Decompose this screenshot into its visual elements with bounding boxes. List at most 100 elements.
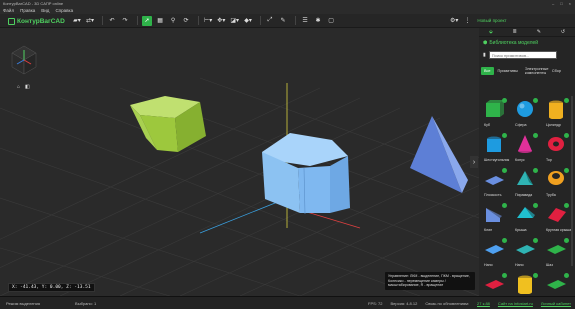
tab-layers[interactable]: ≣ xyxy=(513,29,517,35)
layers-button[interactable]: ☰ xyxy=(300,16,310,26)
transfer-menu-button[interactable]: ⇄▾ xyxy=(85,16,95,26)
status-bar: Режим выделения Выбрано: 1 FPS: 72 Верси… xyxy=(0,296,575,309)
flat-icon xyxy=(547,280,566,289)
add-badge-icon[interactable] xyxy=(564,238,569,243)
library-item[interactable]: Труба xyxy=(543,167,572,197)
rotate-tool-button[interactable]: ⟳ xyxy=(181,16,191,26)
scene-canvas[interactable] xyxy=(0,28,479,296)
undo-button[interactable]: ↶ xyxy=(107,16,117,26)
add-badge-icon[interactable] xyxy=(533,168,538,173)
add-badge-icon[interactable] xyxy=(533,238,538,243)
add-badge-icon[interactable] xyxy=(502,273,507,278)
maximize-icon[interactable]: □ xyxy=(560,1,562,6)
library-item[interactable]: Шаз xyxy=(543,237,572,267)
library-item[interactable]: Нано xyxy=(481,237,510,267)
library-item[interactable]: Плоскость xyxy=(481,167,510,197)
add-badge-icon[interactable] xyxy=(533,98,538,103)
settings-menu-button[interactable]: ⚙▾ xyxy=(449,16,459,26)
library-item[interactable]: Крыша xyxy=(512,202,541,232)
library-item-label: Цилиндр xyxy=(546,123,561,127)
library-item[interactable]: Конус xyxy=(512,132,541,162)
menu-file[interactable]: Файл xyxy=(3,8,14,13)
library-item[interactable]: Круглая крыша xyxy=(543,202,572,232)
title-bar: КонтурВагCAD - 3D САПР online – □ × xyxy=(0,0,575,7)
bookmark-icon[interactable]: ▮ xyxy=(483,52,486,58)
view-settings-button[interactable]: ✱ xyxy=(313,16,323,26)
cylinder-icon xyxy=(518,275,532,294)
library-item-label: Крыша xyxy=(515,228,527,232)
tab-history[interactable]: ↺ xyxy=(561,29,565,35)
redo-button[interactable]: ↷ xyxy=(120,16,130,26)
link-updates[interactable]: 27 к.88 xyxy=(477,301,490,306)
add-badge-icon[interactable] xyxy=(564,203,569,208)
category-all[interactable]: Все xyxy=(481,66,494,76)
3d-viewport[interactable] xyxy=(0,28,479,296)
fullscreen-button[interactable]: ▢ xyxy=(326,16,336,26)
panel-tabs: ⬙ ≣ ✎ ↺ xyxy=(479,28,575,37)
camera-toggle-icon[interactable]: ◧ xyxy=(25,84,30,90)
tab-properties[interactable]: ✎ xyxy=(537,29,541,35)
move-menu-button[interactable]: ✥▾ xyxy=(216,16,226,26)
menu-help[interactable]: Справка xyxy=(55,8,73,13)
library-title: Библиотека моделей xyxy=(489,40,539,46)
pin-tool-button[interactable]: ⚲ xyxy=(168,16,178,26)
select-tool-button[interactable]: ➚ xyxy=(142,15,153,26)
transform-button[interactable]: ⤢ xyxy=(265,16,275,26)
shapes-menu-button[interactable]: ◆▾ xyxy=(243,16,253,26)
add-badge-icon[interactable] xyxy=(502,98,507,103)
selected-count: Выбрано: 1 xyxy=(75,300,97,306)
measure-button[interactable]: ✎ xyxy=(278,16,288,26)
panel-scrollbar[interactable] xyxy=(571,96,573,266)
library-item[interactable]: Клин xyxy=(481,202,510,232)
view-cube[interactable] xyxy=(11,45,37,75)
library-item[interactable]: Шестиугольник xyxy=(481,132,510,162)
library-item[interactable]: Куб xyxy=(481,97,510,127)
blue-tetrahedron[interactable] xyxy=(410,116,468,193)
menu-view[interactable]: Вид xyxy=(41,8,49,13)
align-menu-button[interactable]: ⊢▾ xyxy=(203,16,213,26)
home-view-icon[interactable]: ⌂ xyxy=(17,84,20,90)
app-logo: КонтурВагCAD xyxy=(8,18,65,25)
add-badge-icon[interactable] xyxy=(564,98,569,103)
add-badge-icon[interactable] xyxy=(533,273,538,278)
folder-menu-button[interactable]: ▰▾ xyxy=(72,16,82,26)
minimize-icon[interactable]: – xyxy=(552,1,554,6)
more-button[interactable]: ⋮ xyxy=(462,16,472,26)
add-badge-icon[interactable] xyxy=(564,168,569,173)
flat-icon xyxy=(516,245,535,254)
pyramid-icon xyxy=(517,171,533,185)
add-badge-icon[interactable] xyxy=(502,168,507,173)
library-item[interactable]: Пирамида xyxy=(512,167,541,197)
add-badge-icon[interactable] xyxy=(564,133,569,138)
close-icon[interactable]: × xyxy=(569,1,571,6)
link-account[interactable]: Личный кабинет xyxy=(541,301,571,306)
search-input[interactable] xyxy=(488,51,557,59)
library-item[interactable]: Цилиндр xyxy=(543,97,572,127)
library-item[interactable]: Нано xyxy=(512,237,541,267)
box-select-button[interactable]: ▦ xyxy=(155,16,165,26)
add-badge-icon[interactable] xyxy=(502,238,507,243)
library-item[interactable]: Сфера xyxy=(512,97,541,127)
add-badge-icon[interactable] xyxy=(502,133,507,138)
panel-collapse-button[interactable]: › xyxy=(470,156,478,168)
library-item-label: Шестиугольник xyxy=(484,158,510,162)
tab-library[interactable]: ⬙ xyxy=(489,29,493,35)
library-item-label: Нано xyxy=(484,263,493,267)
wedge-icon xyxy=(486,208,502,222)
add-badge-icon[interactable] xyxy=(564,273,569,278)
group-menu-button[interactable]: ◪▾ xyxy=(229,16,240,26)
add-badge-icon[interactable] xyxy=(533,133,538,138)
category-primitives[interactable]: Примитивы xyxy=(495,67,521,75)
add-badge-icon[interactable] xyxy=(502,203,507,208)
menu-edit[interactable]: Правка xyxy=(20,8,35,13)
link-site[interactable]: Сайт на Infostart.ru xyxy=(498,301,533,306)
model-grid: Куб Сфера Цилиндр Шестиугольник Конус Тор Плос… xyxy=(481,97,573,302)
library-item[interactable]: Тор xyxy=(543,132,572,162)
category-assemblies[interactable]: Сбор xyxy=(549,67,564,75)
category-electronics[interactable]: Электронные компоненты xyxy=(522,65,549,78)
add-badge-icon[interactable] xyxy=(533,203,538,208)
green-prism[interactable] xyxy=(130,96,206,152)
blue-prism[interactable] xyxy=(262,133,350,215)
new-project-label[interactable]: Новый проект xyxy=(477,18,506,23)
category-tabs: Все Примитивы Электронные компоненты Сбо… xyxy=(479,61,575,81)
